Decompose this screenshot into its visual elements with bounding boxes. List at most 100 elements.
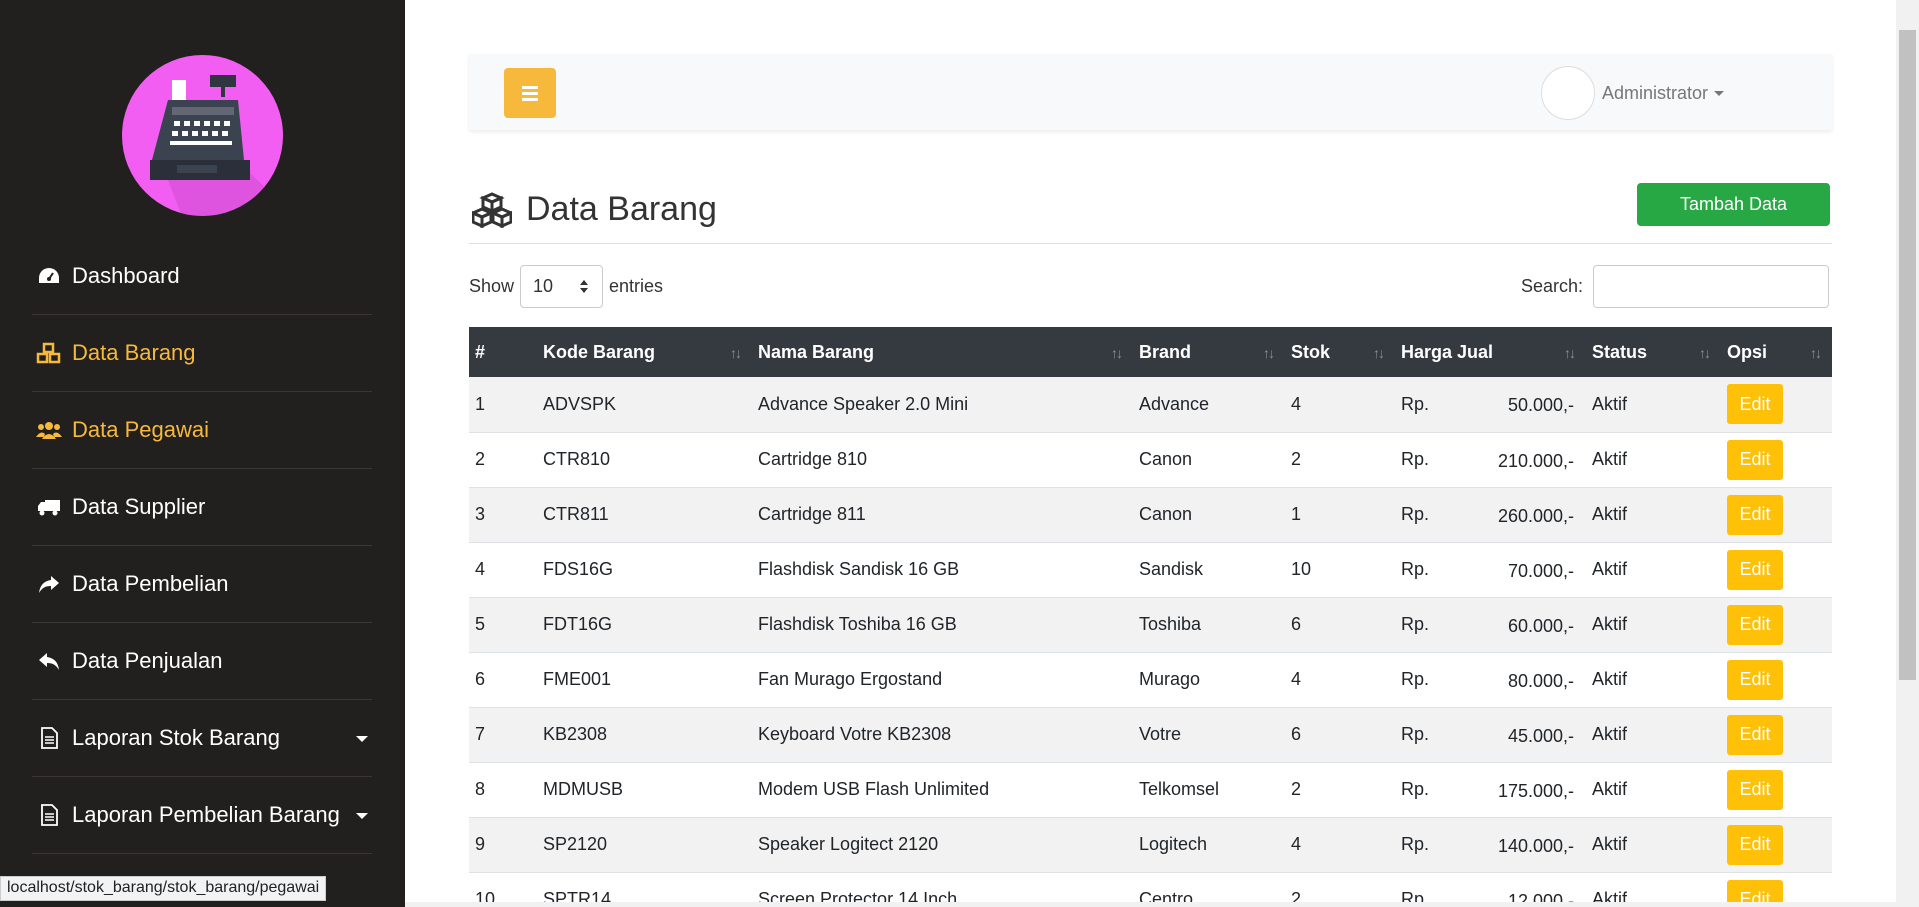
column-header-no[interactable]: #: [469, 327, 537, 377]
edit-button[interactable]: Edit: [1727, 824, 1783, 865]
cell-harga: Rp. 50.000,-: [1395, 377, 1586, 432]
table-row: 4 FDS16G Flashdisk Sandisk 16 GB Sandisk 10 R…: [469, 542, 1832, 597]
edit-button[interactable]: Edit: [1727, 659, 1783, 700]
edit-button[interactable]: Edit: [1727, 549, 1783, 590]
cell-brand: Canon: [1139, 449, 1193, 469]
currency-label: Rp.: [1401, 504, 1430, 524]
user-name: Administrator: [1602, 82, 1709, 103]
price-value: 140.000,-: [1497, 835, 1574, 856]
sidebar-item-data-supplier[interactable]: Data Supplier: [32, 469, 372, 546]
cell-status: Aktif: [1592, 393, 1628, 414]
search-control: Search:: [1521, 265, 1830, 308]
cell-kode: KB2308: [543, 724, 608, 744]
dashboard-icon: [36, 263, 62, 289]
cell-status: Aktif: [1592, 834, 1628, 854]
cell-brand: Telkomsel: [1139, 779, 1220, 799]
cell-no: 6: [475, 669, 486, 689]
currency-label: Rp.: [1401, 614, 1430, 634]
search-input[interactable]: [1593, 265, 1830, 308]
cell-harga: Rp. 80.000,-: [1395, 652, 1586, 707]
sidebar-item-data-penjualan[interactable]: Data Penjualan: [32, 623, 372, 700]
sidebar-item-label: Laporan Pembelian Barang: [72, 802, 340, 827]
show-label: Show: [469, 276, 515, 296]
edit-button[interactable]: Edit: [1727, 604, 1783, 645]
currency-label: Rp.: [1401, 779, 1430, 799]
sidebar-item-laporan-pembelian[interactable]: Laporan Pembelian Barang: [32, 777, 372, 854]
cell-nama: Flashdisk Sandisk 16 GB: [758, 559, 960, 579]
column-header-brand[interactable]: Brand ↑↓: [1133, 327, 1285, 377]
cell-kode: CTR810: [543, 449, 611, 469]
sidebar: Dashboard Data Barang Data Pegawai Data …: [0, 0, 405, 907]
currency-label: Rp.: [1401, 559, 1430, 579]
cubes-icon: [36, 340, 62, 366]
reply-icon: [36, 648, 62, 674]
sidebar-item-dashboard[interactable]: Dashboard: [32, 238, 372, 315]
cell-kode: FDS16G: [543, 559, 614, 579]
cell-stok: 6: [1291, 724, 1302, 744]
table-row: 3 CTR811 Cartridge 811 Canon 1 Rp. 260.000,- Ak…: [469, 487, 1832, 542]
sidebar-item-label: Data Penjualan: [72, 648, 223, 673]
users-icon: [36, 417, 62, 443]
cell-stok: 2: [1291, 449, 1302, 469]
cell-no: 2: [475, 449, 486, 469]
cell-status: Aktif: [1592, 449, 1628, 469]
edit-button[interactable]: Edit: [1727, 439, 1783, 480]
cell-nama: Modem USB Flash Unlimited: [758, 779, 990, 799]
entries-select[interactable]: 10: [520, 265, 604, 308]
sidebar-item-data-barang[interactable]: Data Barang: [32, 315, 372, 392]
sidebar-item-label: Data Pembelian: [72, 571, 229, 596]
vertical-scrollbar[interactable]: [1896, 0, 1919, 907]
cell-brand: Sandisk: [1139, 559, 1204, 579]
share-icon: [36, 571, 62, 597]
cell-status: Aktif: [1592, 724, 1628, 744]
cell-nama: Flashdisk Toshiba 16 GB: [758, 614, 957, 634]
entries-control: Show 10 entries: [469, 265, 663, 308]
sidebar-item-data-pegawai[interactable]: Data Pegawai: [32, 392, 372, 469]
search-label: Search:: [1521, 276, 1584, 296]
cell-opsi: Edit: [1721, 762, 1832, 817]
column-header-harga[interactable]: Harga Jual ↑↓: [1395, 327, 1586, 377]
edit-button[interactable]: Edit: [1727, 714, 1783, 755]
cell-no: 8: [475, 779, 486, 799]
sort-icon: ↑↓: [1564, 345, 1576, 361]
file-icon: [36, 725, 62, 751]
column-header-nama[interactable]: Nama Barang ↑↓: [752, 327, 1133, 377]
cell-stok: 6: [1291, 614, 1302, 634]
cell-harga: Rp. 70.000,-: [1395, 542, 1586, 597]
sort-icon: ↑↓: [1373, 345, 1385, 361]
price-value: 210.000,-: [1497, 450, 1574, 471]
sidebar-item-laporan-stok[interactable]: Laporan Stok Barang: [32, 700, 372, 777]
scrollbar-thumb[interactable]: [1899, 30, 1916, 680]
edit-button[interactable]: Edit: [1727, 384, 1783, 425]
sidebar-item-label: Data Supplier: [72, 494, 206, 519]
column-header-stok[interactable]: Stok ↑↓: [1285, 327, 1395, 377]
cell-stok: 1: [1291, 504, 1302, 524]
edit-button[interactable]: Edit: [1727, 769, 1783, 810]
user-dropdown[interactable]: Administrator: [1541, 66, 1725, 120]
data-barang-table: # Kode Barang ↑↓ Nama Barang ↑↓ Brand ↑↓ St…: [469, 327, 1832, 907]
table-row: 5 FDT16G Flashdisk Toshiba 16 GB Toshiba 6 Rp…: [469, 597, 1832, 652]
cell-opsi: Edit: [1721, 652, 1832, 707]
status-bar-url: localhost/stok_barang/stok_barang/pegawa…: [0, 876, 327, 901]
column-header-status[interactable]: Status ↑↓: [1586, 327, 1721, 377]
cell-brand: Votre: [1139, 724, 1182, 744]
sidebar-item-data-pembelian[interactable]: Data Pembelian: [32, 546, 372, 623]
sort-icon: ↑↓: [1111, 345, 1123, 361]
horizontal-scroll-track: [405, 902, 1896, 907]
sidebar-item-label: Data Pegawai: [72, 417, 209, 442]
cell-brand: Toshiba: [1139, 614, 1202, 634]
cell-opsi: Edit: [1721, 432, 1832, 487]
column-header-opsi[interactable]: Opsi ↑↓: [1721, 327, 1832, 377]
price-value: 50.000,-: [1507, 395, 1574, 415]
price-value: 260.000,-: [1497, 505, 1574, 526]
divider: [469, 243, 1832, 244]
add-data-button[interactable]: Tambah Data: [1637, 183, 1830, 226]
column-header-kode[interactable]: Kode Barang ↑↓: [537, 327, 752, 377]
cell-nama: Keyboard Votre KB2308: [758, 724, 952, 744]
edit-button[interactable]: Edit: [1727, 494, 1783, 535]
cell-opsi: Edit: [1721, 377, 1832, 432]
sidebar-nav: Dashboard Data Barang Data Pegawai Data …: [32, 238, 372, 854]
top-navbar: Administrator: [469, 54, 1832, 130]
menu-toggle-button[interactable]: [504, 68, 556, 118]
cell-nama: Cartridge 810: [758, 449, 868, 469]
